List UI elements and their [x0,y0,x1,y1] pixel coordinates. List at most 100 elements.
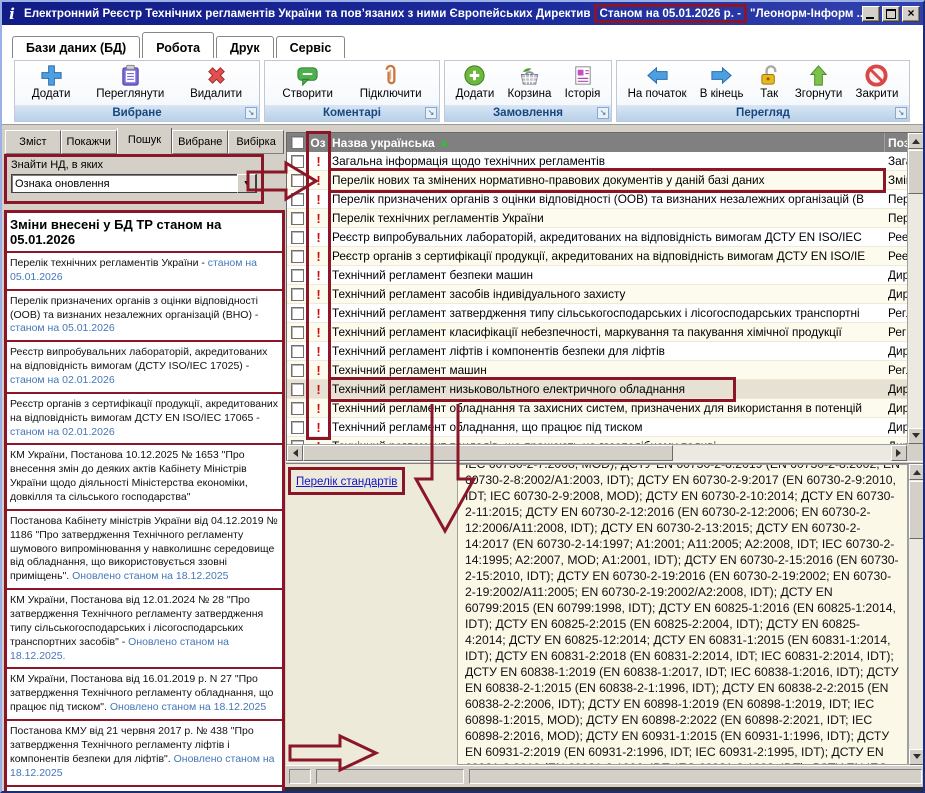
sidebar-list-item[interactable]: КМ України, Постанова від 16.01.2019 р. … [7,669,282,721]
header-flag-column[interactable]: Оз [308,133,329,152]
table-row[interactable]: !Реєстр органів з сертифікації продукції… [287,247,907,266]
toolbar-button[interactable]: Додати [453,62,498,101]
ribbon-tab[interactable]: Бази даних (БД) [12,36,140,58]
row-checkbox-cell[interactable] [287,155,308,168]
sidebar-list-item[interactable]: КМ України, Постанова від 14.01.2025 № 2… [7,787,282,792]
dropdown-button[interactable]: ▼ [237,174,256,193]
scroll-down-button[interactable] [908,428,924,444]
table-row[interactable]: !Технічний регламент низьковольтного еле… [287,380,907,399]
checkbox-icon[interactable] [291,193,304,206]
row-checkbox-cell[interactable] [287,383,308,396]
search-criteria-dropdown[interactable]: Ознака оновлення ▼ [11,174,257,193]
table-row[interactable]: !Загальна інформація щодо технічних регл… [287,152,907,171]
table-row[interactable]: !Технічний регламент обладнання, що прац… [287,418,907,437]
row-checkbox-cell[interactable] [287,307,308,320]
table-row[interactable]: !Технічний регламент машинРегл [287,361,907,380]
table-row[interactable]: !Технічний регламент затвердження типу с… [287,304,907,323]
checkbox-icon[interactable] [291,269,304,282]
row-checkbox-cell[interactable] [287,250,308,263]
toolbar-button[interactable]: Додати [29,62,74,101]
dialog-launcher-icon[interactable]: ↘ [245,107,257,119]
standards-text-area[interactable]: ІЕС 60730-2-7:2008, MOD); ДСТУ EN 60730-… [457,464,908,765]
header-checkbox-cell[interactable] [287,133,308,152]
list-item-date-link[interactable]: Оновлено станом на 18.12.2025 [110,701,266,713]
maximize-button[interactable] [882,6,900,22]
row-checkbox-cell[interactable] [287,421,308,434]
scrollbar-thumb[interactable] [908,150,924,194]
toolbar-button[interactable]: Згорнути [792,62,845,101]
table-row[interactable]: !Технічний регламент класифікації небезп… [287,323,907,342]
toolbar-button[interactable]: Історія [562,62,604,101]
table-row[interactable]: !Перелік технічних регламентів УкраїниПе… [287,209,907,228]
list-item-date-link[interactable]: станом на 02.01.2026 [10,426,115,438]
table-row[interactable]: !Технічний регламент обладнання та захис… [287,399,907,418]
toolbar-button[interactable]: В кінець [697,62,747,101]
toolbar-button[interactable]: Так [754,62,785,101]
row-checkbox-cell[interactable] [287,212,308,225]
header-name-column[interactable]: Назва українська ▲ [329,133,885,152]
close-button[interactable]: × [902,6,920,22]
row-checkbox-cell[interactable] [287,345,308,358]
checkbox-icon[interactable] [291,383,304,396]
scrollbar-thumb[interactable] [303,445,673,461]
row-checkbox-cell[interactable] [287,402,308,415]
toolbar-button[interactable]: На початок [625,62,690,101]
dialog-launcher-icon[interactable]: ↘ [425,107,437,119]
sidebar-tab[interactable]: Вибірка [228,130,284,154]
table-row[interactable]: !Реєстр випробувальних лабораторій, акре… [287,228,907,247]
list-item-date-link[interactable]: Оновлено станом на 18.12.2025 [72,570,228,582]
minimize-button[interactable] [862,6,880,22]
checkbox-icon[interactable] [291,345,304,358]
sidebar-list-item[interactable]: Реєстр випробувальних лабораторій, акред… [7,342,282,394]
scroll-down-button[interactable] [909,749,925,765]
row-checkbox-cell[interactable] [287,288,308,301]
scroll-up-button[interactable] [908,133,924,149]
sidebar-tab[interactable]: Покажчи [61,130,117,154]
toolbar-button[interactable]: Переглянути [93,62,167,101]
toolbar-button[interactable]: Підключити [357,62,425,101]
row-checkbox-cell[interactable] [287,174,308,187]
checkbox-icon[interactable] [291,326,304,339]
sidebar-list-item[interactable]: Постанова КМУ від 21 червня 2017 р. № 43… [7,721,282,786]
ribbon-tab[interactable]: Сервіс [276,36,346,58]
list-item-date-link[interactable]: станом на 05.01.2026 [10,322,115,334]
sidebar-tab[interactable]: Зміст [5,130,61,154]
checkbox-icon[interactable] [291,174,304,187]
checkbox-icon[interactable] [291,212,304,225]
table-vertical-scrollbar[interactable] [907,133,924,444]
sidebar-list-item[interactable]: Перелік призначених органів з оцінки від… [7,291,282,343]
checkbox-icon[interactable] [291,402,304,415]
checkbox-icon[interactable] [291,155,304,168]
dialog-launcher-icon[interactable]: ↘ [895,107,907,119]
table-row[interactable]: !Технічний регламент безпеки машинДир [287,266,907,285]
table-horizontal-scrollbar[interactable] [287,444,907,461]
table-row[interactable]: !Технічний регламент засобів індивідуаль… [287,285,907,304]
header-pos-column[interactable]: Поз [885,133,907,152]
list-item-date-link[interactable]: станом на 02.01.2026 [10,374,115,386]
checkbox-icon[interactable] [291,421,304,434]
checkbox-icon[interactable] [291,231,304,244]
checkbox-icon[interactable] [291,288,304,301]
row-checkbox-cell[interactable] [287,231,308,244]
standards-list-link[interactable]: Перелік стандартів [296,476,397,488]
toolbar-button[interactable]: Корзина [505,62,555,101]
sidebar-list-item[interactable]: Постанова Кабінету міністрів України від… [7,511,282,590]
dialog-launcher-icon[interactable]: ↘ [597,107,609,119]
toolbar-button[interactable]: Видалити [187,62,245,101]
details-vertical-scrollbar[interactable] [908,464,925,765]
ribbon-tab[interactable]: Робота [142,32,214,58]
ribbon-tab[interactable]: Друк [216,36,274,58]
sidebar-list-item[interactable]: КМ України, Постанова 10.12.2025 № 1653 … [7,445,282,510]
toolbar-button[interactable]: Закрити [853,62,902,101]
sidebar-list-item[interactable]: КМ України, Постанова від 12.01.2024 № 2… [7,590,282,669]
scrollbar-thumb[interactable] [909,481,925,539]
row-checkbox-cell[interactable] [287,364,308,377]
table-row[interactable]: !Технічний регламент ліфтів і компоненті… [287,342,907,361]
row-checkbox-cell[interactable] [287,326,308,339]
sidebar-list-item[interactable]: Перелік технічних регламентів України - … [7,253,282,291]
sidebar-tab[interactable]: Пошук [117,128,173,154]
checkbox-icon[interactable] [291,364,304,377]
checkbox-icon[interactable] [291,307,304,320]
table-row[interactable]: !Перелік призначених органів з оцінки ві… [287,190,907,209]
table-row[interactable]: !Перелік нових та змінених нормативно-пр… [287,171,907,190]
